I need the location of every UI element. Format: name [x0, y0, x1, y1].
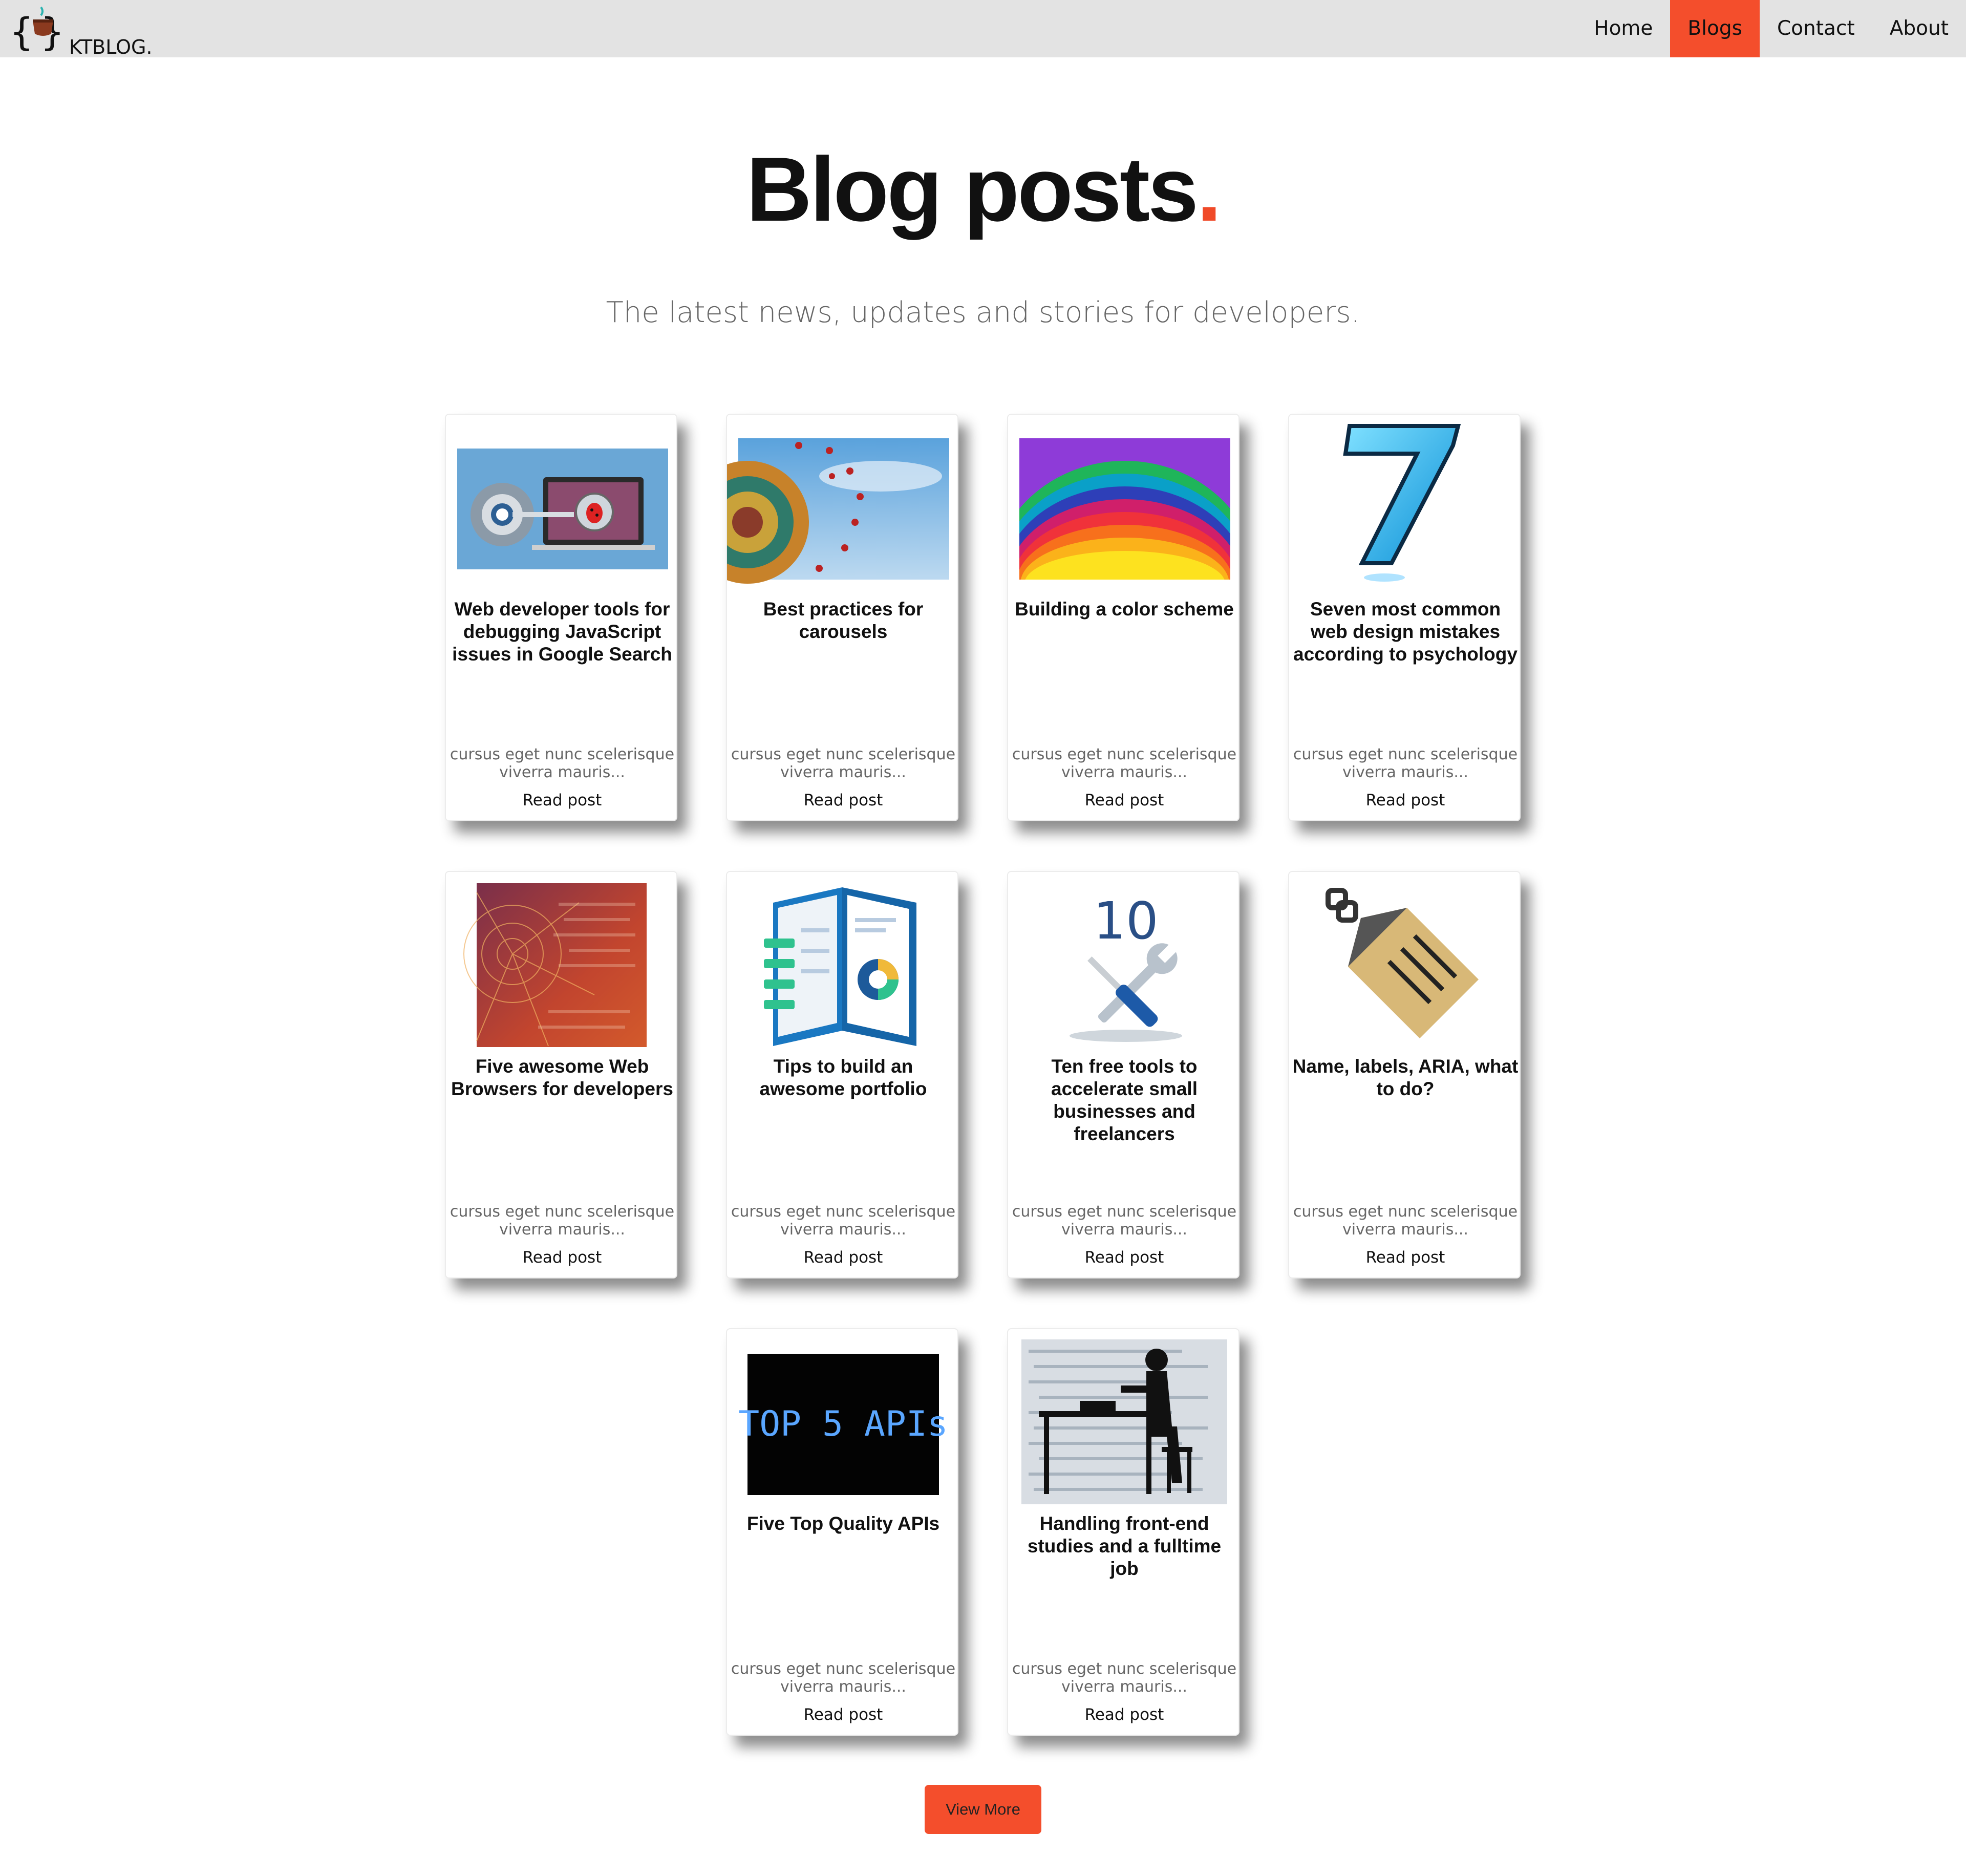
read-post-link[interactable]: Read post — [1008, 1248, 1241, 1267]
post-excerpt: cursus eget nunc scelerisque viverra mau… — [1012, 745, 1237, 781]
post-title[interactable]: Tips to build an awesome portfolio — [730, 1055, 956, 1100]
page-title: Blog posts. — [0, 138, 1966, 241]
post-title[interactable]: Handling front-end studies and a fulltim… — [1011, 1512, 1237, 1580]
read-post-link[interactable]: Read post — [1008, 791, 1241, 809]
post-title[interactable]: Web developer tools for debugging JavaSc… — [449, 598, 675, 666]
post-card[interactable]: Five awesome Web Browsers for developers… — [445, 871, 677, 1278]
number-seven-image — [1289, 415, 1522, 594]
top-apis-text: TOP 5 APIs — [738, 1404, 948, 1444]
nav-about[interactable]: About — [1872, 0, 1966, 57]
svg-text:{: { — [10, 10, 33, 54]
debug-tools-image — [446, 415, 678, 594]
read-post-link[interactable]: Read post — [1289, 1248, 1522, 1267]
top-nav: { } KTBLOG. Home Blogs Contact About — [0, 0, 1966, 58]
ten-number-text: 10 — [1093, 891, 1158, 951]
rainbow-arcs-image — [1008, 415, 1241, 594]
read-post-link[interactable]: Read post — [727, 1706, 959, 1724]
read-post-link[interactable]: Read post — [1289, 791, 1522, 809]
post-title[interactable]: Five awesome Web Browsers for developers — [449, 1055, 675, 1100]
post-card[interactable]: TOP 5 APIs Five Top Quality APIs cursus … — [726, 1328, 958, 1736]
post-card[interactable]: 10 Ten free tools to accelerate small bu… — [1007, 871, 1240, 1278]
post-card[interactable]: Best practices for carousels cursus eget… — [686, 414, 959, 821]
post-title[interactable]: Building a color scheme — [1011, 598, 1237, 621]
post-excerpt: cursus eget nunc scelerisque viverra mau… — [450, 745, 675, 781]
desk-silhouette-image — [1008, 1329, 1241, 1508]
post-excerpt: cursus eget nunc scelerisque viverra mau… — [1293, 745, 1518, 781]
post-title[interactable]: Seven most common web design mistakes ac… — [1292, 598, 1519, 666]
read-post-link[interactable]: Read post — [446, 791, 678, 809]
post-excerpt: cursus eget nunc scelerisque viverra mau… — [1012, 1660, 1237, 1696]
post-excerpt: cursus eget nunc scelerisque viverra mau… — [1293, 1203, 1518, 1239]
logo-text: KTBLOG. — [69, 36, 153, 58]
nav-contact[interactable]: Contact — [1760, 0, 1872, 57]
post-card[interactable]: Building a color scheme cursus eget nunc… — [1007, 414, 1240, 821]
read-post-link[interactable]: Read post — [1008, 1706, 1241, 1724]
portfolio-book-image — [727, 872, 959, 1051]
site-logo[interactable]: { } KTBLOG. — [10, 4, 153, 58]
read-post-link[interactable]: Read post — [446, 1248, 678, 1267]
nav-home[interactable]: Home — [1576, 0, 1670, 57]
view-more-button[interactable]: View More — [925, 1785, 1041, 1834]
post-card[interactable]: Web developer tools for debugging JavaSc… — [445, 414, 677, 821]
ten-tools-image: 10 — [1008, 872, 1241, 1051]
post-card[interactable]: Tips to build an awesome portfolio cursu… — [726, 871, 958, 1278]
spider-web-code-image — [446, 872, 678, 1051]
post-card[interactable]: Name, labels, ARIA, what to do? cursus e… — [1288, 871, 1521, 1278]
post-excerpt: cursus eget nunc scelerisque viverra mau… — [731, 745, 956, 781]
post-excerpt: cursus eget nunc scelerisque viverra mau… — [731, 1203, 956, 1239]
post-card[interactable]: Handling front-end studies and a fulltim… — [1007, 1328, 1240, 1736]
post-title[interactable]: Best practices for carousels — [730, 598, 956, 643]
post-card[interactable]: Seven most common web design mistakes ac… — [1288, 414, 1521, 821]
post-title[interactable]: Ten free tools to accelerate small busin… — [1011, 1055, 1237, 1145]
read-post-link[interactable]: Read post — [727, 1248, 959, 1267]
top-apis-image: TOP 5 APIs — [727, 1329, 959, 1508]
page-subtitle: The latest news, updates and stories for… — [606, 296, 1360, 329]
page-title-text: Blog posts — [746, 138, 1199, 240]
tag-label-image — [1289, 872, 1522, 1051]
post-title[interactable]: Five Top Quality APIs — [730, 1512, 956, 1535]
post-title[interactable]: Name, labels, ARIA, what to do? — [1292, 1055, 1519, 1100]
nav-blogs[interactable]: Blogs — [1670, 0, 1760, 57]
read-post-link[interactable]: Read post — [727, 791, 959, 809]
title-accent-dot: . — [1196, 138, 1222, 240]
carousel-ride-image — [686, 415, 959, 594]
post-excerpt: cursus eget nunc scelerisque viverra mau… — [450, 1203, 675, 1239]
nav-links: Home Blogs Contact About — [1576, 0, 1966, 57]
post-excerpt: cursus eget nunc scelerisque viverra mau… — [1012, 1203, 1237, 1239]
post-excerpt: cursus eget nunc scelerisque viverra mau… — [731, 1660, 956, 1696]
